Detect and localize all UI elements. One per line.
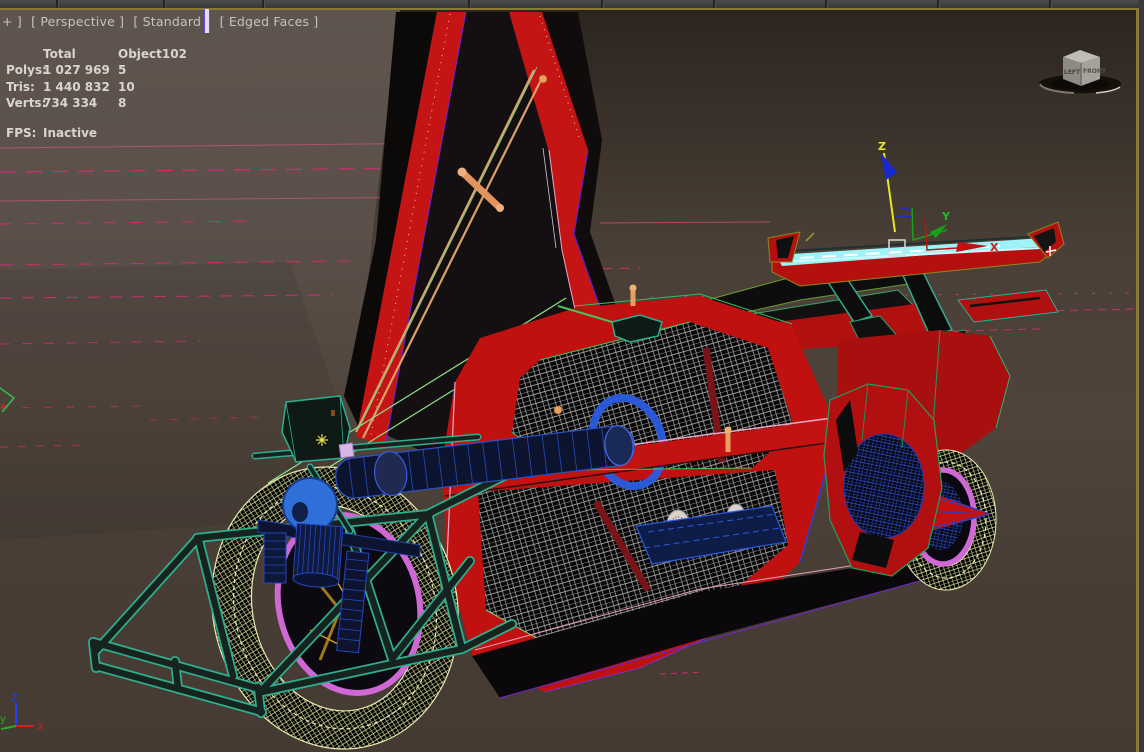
stats-col-total: Total xyxy=(43,46,118,62)
stats-row-fps: FPS: Inactive xyxy=(6,125,187,141)
viewport-pov-menu[interactable]: [ Perspective ] xyxy=(31,14,124,29)
viewport-style-menu[interactable]: [ Standard ] xyxy=(133,14,210,29)
axis-y-label: y xyxy=(0,714,6,725)
fps-label: FPS: xyxy=(6,125,43,141)
stats-col-object: Object102 xyxy=(118,46,187,62)
gizmo-z-label: Z xyxy=(878,140,886,153)
axis-z-label: Z xyxy=(11,693,18,704)
viewcube-front-label: FRONT xyxy=(1083,68,1107,75)
gizmo-x-label: X xyxy=(990,241,999,254)
stats-row-tris: Tris: 1 440 832 10 xyxy=(6,79,187,95)
toolbar-strip xyxy=(0,0,1144,8)
stats-header-row: Total Object102 xyxy=(6,46,187,62)
text-cursor xyxy=(204,9,210,33)
right-gutter xyxy=(1139,0,1144,752)
viewport-border-top xyxy=(0,8,1139,10)
max-viewport-screen: Z Y X Z X y L xyxy=(0,0,1144,752)
viewport-statistics: Total Object102 Polys: 1 027 969 5 Tris:… xyxy=(6,46,187,141)
viewport-border-right[interactable] xyxy=(1136,8,1139,752)
gizmo-y-label: Y xyxy=(941,210,951,223)
fps-value: Inactive xyxy=(43,125,118,141)
axis-x-label: X xyxy=(37,722,44,733)
vertex-handle[interactable] xyxy=(339,443,354,458)
stats-row-polys: Polys: 1 027 969 5 xyxy=(6,62,187,78)
viewport-label: + ] [ Perspective ] [ Standard ] [ Edged… xyxy=(2,14,323,29)
viewcube-left-label: LEFT xyxy=(1064,69,1081,76)
stats-row-verts: Verts: 734 334 8 xyxy=(6,95,187,111)
viewport-shading-menu[interactable]: [ Edged Faces ] xyxy=(220,14,319,29)
viewport-general-menu[interactable]: + ] xyxy=(2,14,22,29)
